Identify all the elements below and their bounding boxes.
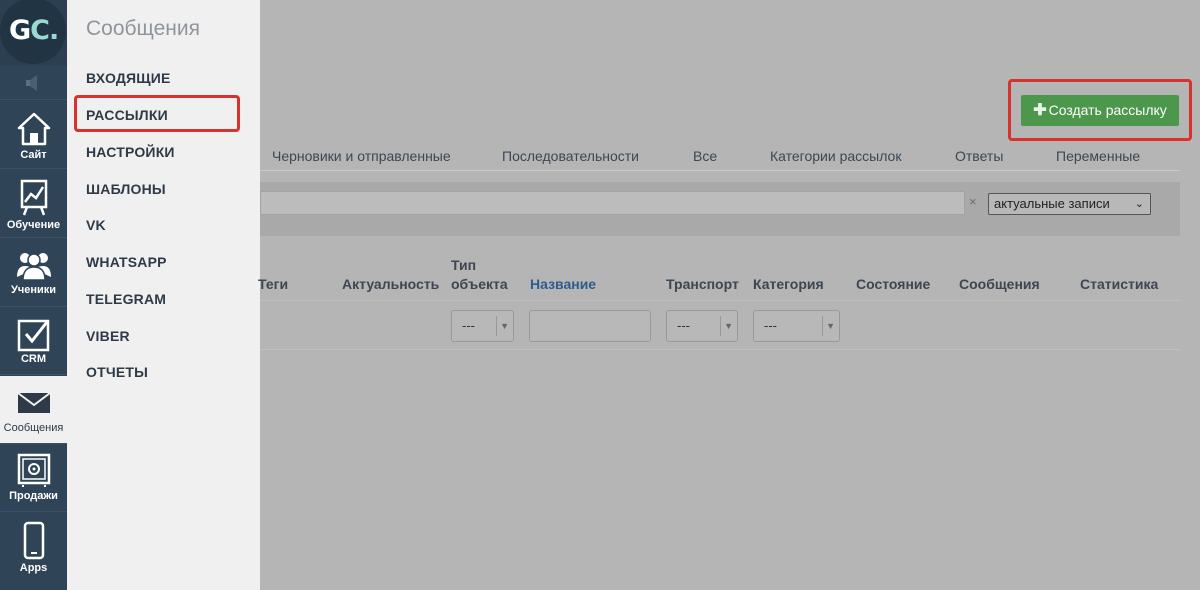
safe-icon (17, 453, 50, 487)
column-header-name[interactable]: Название (530, 276, 596, 292)
rail-label-crm: CRM (20, 353, 47, 365)
rail-label-apps: Apps (19, 562, 48, 574)
clear-search-icon[interactable]: × (969, 194, 977, 209)
submenu-item-whatsapp[interactable]: WHATSAPP (86, 254, 167, 270)
tab-all[interactable]: Все (693, 148, 717, 164)
plus-icon: ✚ (1033, 102, 1047, 119)
rail-label-site: Сайт (20, 149, 47, 161)
submenu-item-reports[interactable]: ОТЧЕТЫ (86, 364, 148, 380)
tab-drafts-sent[interactable]: Черновики и отправленные (272, 148, 451, 164)
rail-label-students: Ученики (10, 284, 57, 296)
submenu-item-settings[interactable]: НАСТРОЙКИ (86, 144, 175, 160)
column-header-category: Категория (753, 276, 824, 292)
tab-mailing-categories[interactable]: Категории рассылок (770, 148, 901, 164)
rail-item-apps[interactable]: Apps (0, 513, 67, 590)
submenu-item-templates[interactable]: ШАБЛОНЫ (86, 181, 166, 197)
home-icon (17, 112, 50, 146)
rail-item-messages[interactable]: Сообщения (0, 376, 67, 444)
category-filter-select[interactable]: --- ▼ (753, 310, 840, 342)
rail-label-messages: Сообщения (3, 422, 64, 434)
rail-label-learning: Обучение (6, 219, 61, 231)
users-icon (16, 253, 51, 281)
tab-replies[interactable]: Ответы (955, 148, 1003, 164)
app-rail: GC. Сайт Обучение Ученики CRM Сообщения … (0, 0, 67, 590)
create-mailing-button[interactable]: ✚ Создать рассылку (1021, 95, 1179, 126)
column-header-state: Состояние (856, 276, 931, 292)
chart-board-icon (20, 179, 47, 216)
notifications-button[interactable] (0, 66, 67, 100)
submenu-item-vk[interactable]: VK (86, 217, 106, 233)
column-header-object-type-2: объекта (451, 276, 508, 292)
column-header-tags: Теги (258, 276, 289, 292)
rail-item-learning[interactable]: Обучение (0, 170, 67, 238)
column-header-messages: Сообщения (959, 276, 1040, 292)
submenu-item-inbox[interactable]: ВХОДЯЩИЕ (86, 70, 171, 86)
messages-submenu: Сообщения ВХОДЯЩИЕ РАССЫЛКИ НАСТРОЙКИ ША… (67, 0, 260, 590)
search-input[interactable] (260, 191, 965, 215)
column-header-stats: Статистика (1080, 276, 1159, 292)
logo-area[interactable]: GC. (0, 0, 67, 66)
highlight-mailings (74, 95, 240, 132)
transport-filter-select[interactable]: --- ▼ (666, 310, 738, 342)
tab-sequences[interactable]: Последовательности (502, 148, 639, 164)
envelope-icon (16, 392, 51, 413)
submenu-item-viber[interactable]: VIBER (86, 328, 130, 344)
rail-item-crm[interactable]: CRM (0, 308, 67, 375)
column-header-actuality: Актуальность (342, 276, 440, 292)
rail-item-sales[interactable]: Продажи (0, 445, 67, 512)
object-type-filter-select[interactable]: --- ▼ (451, 310, 514, 342)
chevron-down-icon: ▼ (724, 321, 733, 331)
header-divider (260, 300, 1180, 301)
phone-icon (23, 521, 44, 560)
status-filter-select[interactable]: актуальные записи ⌄ (988, 193, 1151, 215)
tab-variables[interactable]: Переменные (1056, 148, 1140, 164)
column-header-object-type-1: Тип (451, 257, 477, 273)
rail-label-sales: Продажи (9, 490, 58, 502)
megaphone-icon (26, 75, 37, 91)
logo: GC. (9, 15, 59, 46)
submenu-item-telegram[interactable]: TELEGRAM (86, 291, 166, 307)
chevron-down-icon: ▼ (826, 321, 835, 331)
chevron-down-icon: ▼ (500, 321, 509, 331)
rail-item-students[interactable]: Ученики (0, 239, 67, 307)
checkbox-icon (17, 319, 49, 352)
column-header-transport: Транспорт (666, 276, 739, 292)
rail-item-site[interactable]: Сайт (0, 101, 67, 169)
submenu-title: Сообщения (86, 17, 200, 40)
filter-row-divider (260, 349, 1180, 350)
tabs-divider (260, 170, 1180, 171)
chevron-down-icon: ⌄ (1134, 198, 1144, 210)
name-filter-input[interactable] (529, 310, 651, 342)
